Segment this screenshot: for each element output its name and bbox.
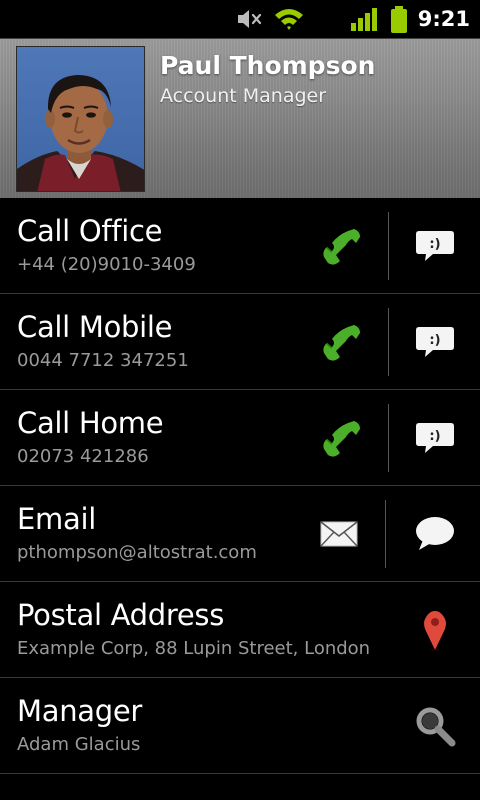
row-value: Example Corp, 88 Lupin Street, London bbox=[17, 638, 371, 659]
row-value: 0044 7712 347251 bbox=[17, 350, 189, 371]
svg-text::): :) bbox=[429, 333, 440, 348]
sms-icon: :) bbox=[416, 327, 454, 357]
sms-mobile-button[interactable]: :) bbox=[400, 294, 470, 390]
row-value: pthompson@altostrat.com bbox=[17, 542, 257, 563]
row-label: Call Mobile bbox=[17, 310, 173, 344]
contact-header: Paul Thompson Account Manager bbox=[0, 38, 480, 198]
chat-icon bbox=[416, 517, 454, 550]
wifi-icon bbox=[275, 9, 303, 30]
status-bar: 9:21 bbox=[0, 0, 480, 38]
divider bbox=[388, 212, 389, 280]
call-mobile-row[interactable]: Call Mobile 0044 7712 347251 :) bbox=[0, 294, 480, 390]
call-office-row[interactable]: Call Office +44 (20)9010-3409 :) bbox=[0, 198, 480, 294]
manager-row[interactable]: Manager Adam Glacius bbox=[0, 678, 480, 774]
sms-icon: :) bbox=[416, 231, 454, 261]
avatar-photo bbox=[17, 47, 144, 191]
row-label: Call Office bbox=[17, 214, 163, 248]
avatar[interactable] bbox=[16, 46, 145, 192]
svg-text::): :) bbox=[429, 237, 440, 252]
search-icon bbox=[416, 707, 456, 747]
row-label: Postal Address bbox=[17, 598, 225, 632]
phone-icon bbox=[323, 421, 360, 457]
call-office-button[interactable] bbox=[306, 198, 376, 294]
search-manager-button[interactable] bbox=[400, 678, 470, 774]
row-label: Call Home bbox=[17, 406, 164, 440]
row-label: Email bbox=[17, 502, 96, 536]
row-value: 02073 421286 bbox=[17, 446, 149, 467]
map-button[interactable] bbox=[400, 582, 470, 678]
email-row[interactable]: Email pthompson@altostrat.com bbox=[0, 486, 480, 582]
svg-text::): :) bbox=[429, 429, 440, 444]
row-value: +44 (20)9010-3409 bbox=[17, 254, 196, 275]
signal-icon bbox=[351, 8, 377, 31]
send-email-button[interactable] bbox=[304, 486, 374, 582]
sms-home-button[interactable]: :) bbox=[400, 390, 470, 486]
divider bbox=[388, 308, 389, 376]
sms-icon: :) bbox=[416, 423, 454, 453]
sms-office-button[interactable]: :) bbox=[400, 198, 470, 294]
call-mobile-button[interactable] bbox=[306, 294, 376, 390]
contact-title: Account Manager bbox=[160, 85, 327, 107]
row-value: Adam Glacius bbox=[17, 734, 141, 755]
divider bbox=[388, 404, 389, 472]
phone-icon bbox=[323, 229, 360, 265]
divider bbox=[385, 500, 386, 568]
call-home-button[interactable] bbox=[306, 390, 376, 486]
postal-address-row[interactable]: Postal Address Example Corp, 88 Lupin St… bbox=[0, 582, 480, 678]
map-pin-icon bbox=[424, 611, 446, 651]
contact-name: Paul Thompson bbox=[160, 51, 376, 80]
battery-icon bbox=[391, 6, 407, 33]
envelope-icon bbox=[320, 521, 358, 547]
contact-detail-list: Call Office +44 (20)9010-3409 :) Call Mo… bbox=[0, 198, 480, 774]
muted-icon bbox=[238, 10, 262, 28]
call-home-row[interactable]: Call Home 02073 421286 :) bbox=[0, 390, 480, 486]
phone-icon bbox=[323, 325, 360, 361]
chat-button[interactable] bbox=[400, 486, 470, 582]
row-label: Manager bbox=[17, 694, 143, 728]
clock: 9:21 bbox=[417, 7, 470, 31]
